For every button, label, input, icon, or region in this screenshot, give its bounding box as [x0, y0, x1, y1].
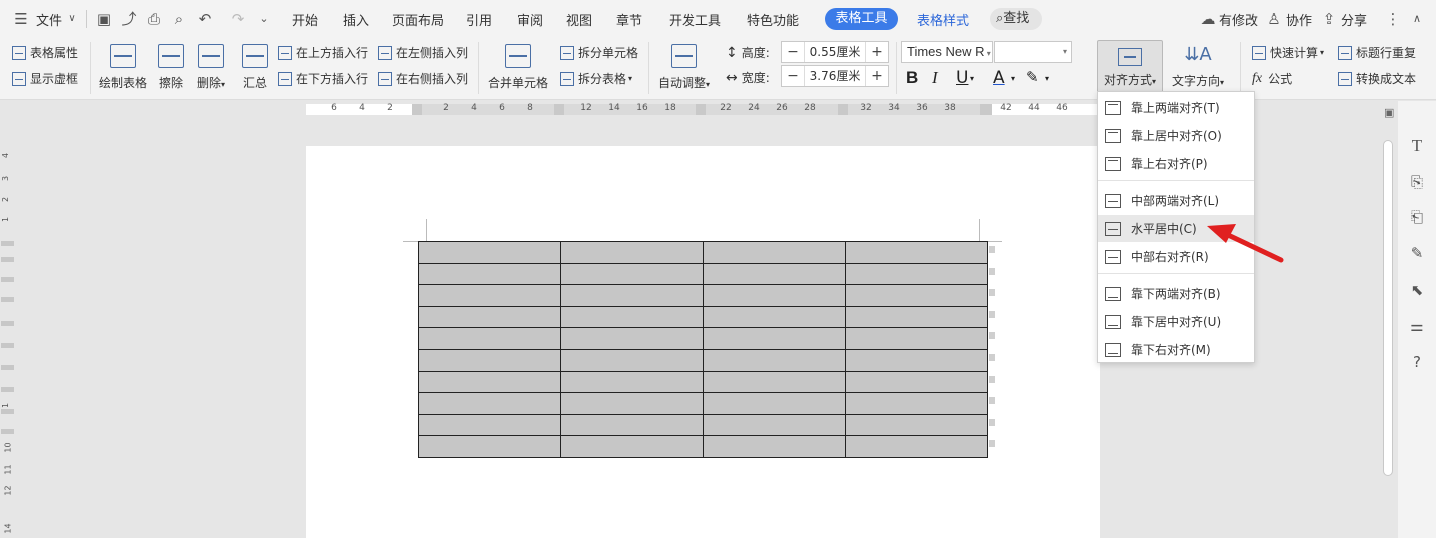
scroll-up-icon[interactable]: ▣: [1384, 106, 1394, 119]
arrow-shaft: [1223, 231, 1284, 263]
adjust-icon[interactable]: ⚌: [1408, 317, 1426, 335]
text-icon[interactable]: T: [1408, 137, 1426, 155]
pen-icon[interactable]: ✎: [1408, 244, 1426, 262]
document-icon[interactable]: ⎘: [1408, 173, 1426, 191]
red-arrow-annotation: [1207, 224, 1284, 263]
document-settings-icon[interactable]: ⎗: [1408, 208, 1426, 226]
scrollbar-thumb[interactable]: [1383, 140, 1393, 476]
right-sidebar: T ⎘ ⎗ ✎ ⬉ ⚌ ?: [1398, 101, 1436, 538]
arrow-head: [1207, 224, 1236, 243]
help-icon[interactable]: ?: [1408, 353, 1426, 371]
cursor-icon[interactable]: ⬉: [1408, 281, 1426, 299]
